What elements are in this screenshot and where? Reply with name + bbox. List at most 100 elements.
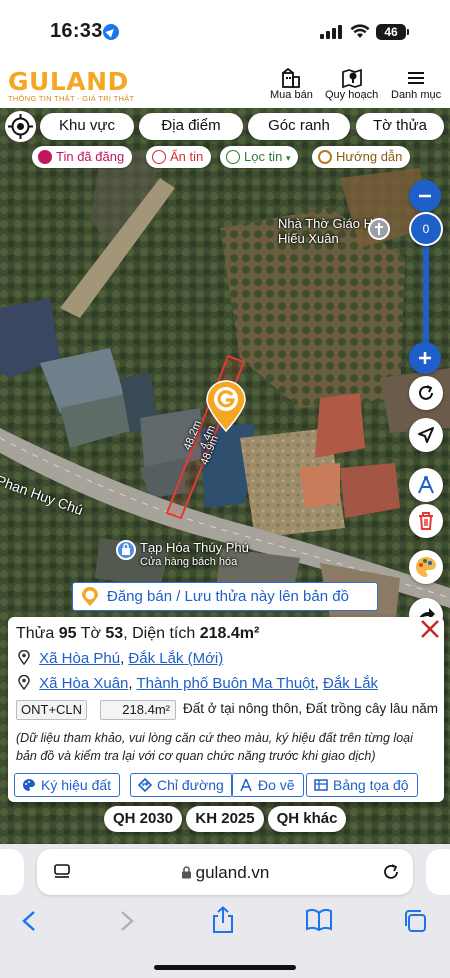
previous-tab-preview[interactable] xyxy=(0,849,24,895)
chevron-down-icon: ▾ xyxy=(285,153,291,163)
nav-quy-hoach-label: Quy hoạch xyxy=(325,89,379,101)
zoom-in-button[interactable] xyxy=(409,342,441,374)
ky-hieu-dat-label: Ký hiệu đất xyxy=(41,777,112,793)
do-ve-label: Đo vẽ xyxy=(258,777,295,793)
refresh-icon xyxy=(419,385,433,400)
tab-goc-ranh[interactable]: Góc ranh xyxy=(248,113,350,140)
measure-tool-button[interactable] xyxy=(409,468,443,502)
do-ve-button[interactable]: Đo vẽ xyxy=(231,773,304,797)
qh-khac-button[interactable]: QH khác xyxy=(268,806,346,832)
refresh-button[interactable] xyxy=(409,376,443,410)
new-province-link[interactable]: Đắk Lắk (Mới) xyxy=(128,650,223,667)
bookmarks-icon[interactable] xyxy=(305,908,333,932)
home-indicator xyxy=(154,965,296,970)
lock-icon xyxy=(181,866,191,879)
browser-toolbar: guland.vn xyxy=(0,844,450,978)
palette-icon xyxy=(416,556,436,577)
shop-bag-icon xyxy=(116,540,136,560)
post-icon xyxy=(38,150,52,164)
ky-hieu-dat-button[interactable]: Ký hiệu đất xyxy=(14,773,121,797)
my-location-button[interactable] xyxy=(5,111,36,142)
plus-icon xyxy=(419,352,431,364)
delete-button[interactable] xyxy=(409,504,443,538)
tab-to-thua[interactable]: Tờ thửa xyxy=(356,113,444,140)
to-number: 53 xyxy=(105,625,124,642)
tin-da-dang-label: Tin đã đăng xyxy=(56,149,125,164)
old-city-link[interactable]: Thành phố Buôn Ma Thuột xyxy=(136,675,314,692)
compass-measure-icon xyxy=(418,476,434,494)
reload-icon[interactable] xyxy=(381,862,401,882)
guland-pin-icon xyxy=(82,587,98,606)
land-description: Đất ở tại nông thôn, Đất trồng cây lâu n… xyxy=(183,701,438,716)
church-name: Nhà Thờ Giáo Họ Hiếu Xuân xyxy=(278,216,381,246)
back-icon[interactable] xyxy=(20,910,40,932)
guland-logo[interactable]: GULAND THÔNG TIN THẬT - GIÁ TRỊ THẬT xyxy=(8,67,134,103)
url-display: guland.vn xyxy=(37,863,413,883)
tab-dia-diem[interactable]: Địa điểm xyxy=(139,113,243,140)
status-bar: 16:33 46 xyxy=(0,0,450,62)
disclaimer-note: (Dữ liệu tham khảo, vui lòng căn cứ theo… xyxy=(16,731,413,763)
filter-icon xyxy=(226,150,240,164)
trash-icon xyxy=(419,512,433,530)
huong-dan-button[interactable]: Hướng dẫn xyxy=(312,146,411,168)
kh-2025-button[interactable]: KH 2025 xyxy=(186,806,264,832)
battery-indicator: 46 xyxy=(376,24,409,40)
land-type-badge: ONT+CLN xyxy=(16,700,88,720)
area-label: Diện tích xyxy=(132,625,196,642)
minus-icon xyxy=(419,194,431,198)
new-ward-link[interactable]: Xã Hòa Phú xyxy=(39,650,120,667)
old-ward-link[interactable]: Xã Hòa Xuân xyxy=(39,675,128,692)
nav-quy-hoach[interactable]: Quy hoạch xyxy=(325,68,378,101)
zoom-slider[interactable]: 0 xyxy=(409,180,443,376)
navigation-arrow-icon xyxy=(418,427,434,443)
huong-dan-label: Hướng dẫn xyxy=(336,149,403,164)
tin-da-dang-button[interactable]: Tin đã đăng xyxy=(32,146,133,168)
nav-danh-muc[interactable]: Danh mục xyxy=(391,68,441,101)
zoom-value: 0 xyxy=(422,222,430,236)
old-address: Xã Hòa Xuân, Thành phố Buôn Ma Thuột, Đắ… xyxy=(18,675,378,692)
location-arrow-icon xyxy=(103,24,119,40)
cellular-signal-icon xyxy=(320,25,342,39)
address-bar[interactable]: guland.vn xyxy=(37,849,413,895)
navigate-button[interactable] xyxy=(409,418,443,452)
zoom-handle[interactable]: 0 xyxy=(409,212,443,246)
old-province-link[interactable]: Đắk Lắk xyxy=(323,675,378,692)
building-icon xyxy=(282,68,301,88)
url-text: guland.vn xyxy=(195,863,270,882)
map-pin-icon xyxy=(341,68,362,88)
logo-text: GULAND xyxy=(8,67,129,96)
shop-name: Tạp Hóa Thúy Phú xyxy=(140,540,249,555)
forward-icon[interactable] xyxy=(116,910,136,932)
land-area-field: 218.4m² xyxy=(100,700,176,720)
tab-khu-vuc[interactable]: Khu vực xyxy=(40,113,134,140)
hide-icon xyxy=(152,150,166,164)
church-icon xyxy=(368,218,390,240)
thua-number: 95 xyxy=(58,625,77,642)
chi-duong-label: Chỉ đường xyxy=(157,777,224,793)
an-tin-button[interactable]: Ẩn tin xyxy=(146,146,212,168)
bang-toa-do-button[interactable]: Bảng tọa độ xyxy=(306,773,418,797)
loc-tin-dropdown[interactable]: Lọc tin ▾ xyxy=(220,146,299,168)
zoom-out-button[interactable] xyxy=(409,180,441,212)
table-icon xyxy=(314,779,328,791)
parcel-marker-icon[interactable] xyxy=(205,380,247,432)
directions-icon xyxy=(138,778,152,792)
register-parcel-button[interactable]: Đăng bán / Lưu thửa này lên bản đồ xyxy=(72,582,378,611)
menu-icon xyxy=(408,72,425,84)
tabs-icon[interactable] xyxy=(402,908,428,934)
share-icon[interactable] xyxy=(210,906,236,934)
close-icon[interactable] xyxy=(418,617,442,641)
chi-duong-button[interactable]: Chỉ đường xyxy=(130,773,233,797)
an-tin-label: Ẩn tin xyxy=(170,149,204,164)
loc-tin-label: Lọc tin xyxy=(244,149,283,164)
land-symbol-button[interactable] xyxy=(409,550,443,584)
nav-mua-ban[interactable]: Mua bán xyxy=(270,68,313,101)
qh-2030-button[interactable]: QH 2030 xyxy=(104,806,182,832)
guide-icon xyxy=(318,150,332,164)
thua-label: Thửa xyxy=(16,625,55,642)
palette-icon xyxy=(23,778,35,791)
next-tab-preview[interactable] xyxy=(426,849,450,895)
new-address: Xã Hòa Phú, Đắk Lắk (Mới) xyxy=(18,650,223,667)
status-time: 16:33 xyxy=(50,20,103,42)
location-pin-icon xyxy=(18,650,30,665)
